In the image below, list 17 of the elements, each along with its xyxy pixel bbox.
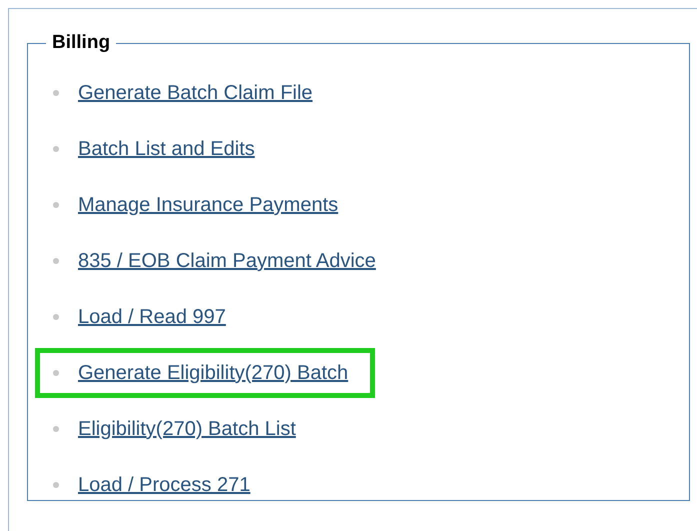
bullet-icon: [53, 482, 59, 488]
bullet-icon: [53, 370, 59, 376]
bullet-icon: [53, 258, 59, 264]
menu-link[interactable]: Eligibility(270) Batch List: [78, 417, 296, 441]
bullet-icon: [53, 314, 59, 320]
menu-link[interactable]: Generate Eligibility(270) Batch: [78, 361, 348, 385]
bullet-icon: [53, 426, 59, 432]
menu-link[interactable]: Load / Read 997: [78, 305, 226, 329]
bullet-icon: [53, 202, 59, 208]
menu-link[interactable]: Load / Process 271: [78, 473, 250, 497]
bullet-icon: [53, 90, 59, 96]
menu-link[interactable]: Batch List and Edits: [78, 137, 255, 161]
menu-link[interactable]: Manage Insurance Payments: [78, 193, 338, 217]
menu-link[interactable]: Generate Batch Claim File: [78, 81, 313, 105]
menu-link[interactable]: 835 / EOB Claim Payment Advice: [78, 249, 376, 273]
bullet-icon: [53, 146, 59, 152]
group-legend: Billing: [46, 31, 116, 55]
